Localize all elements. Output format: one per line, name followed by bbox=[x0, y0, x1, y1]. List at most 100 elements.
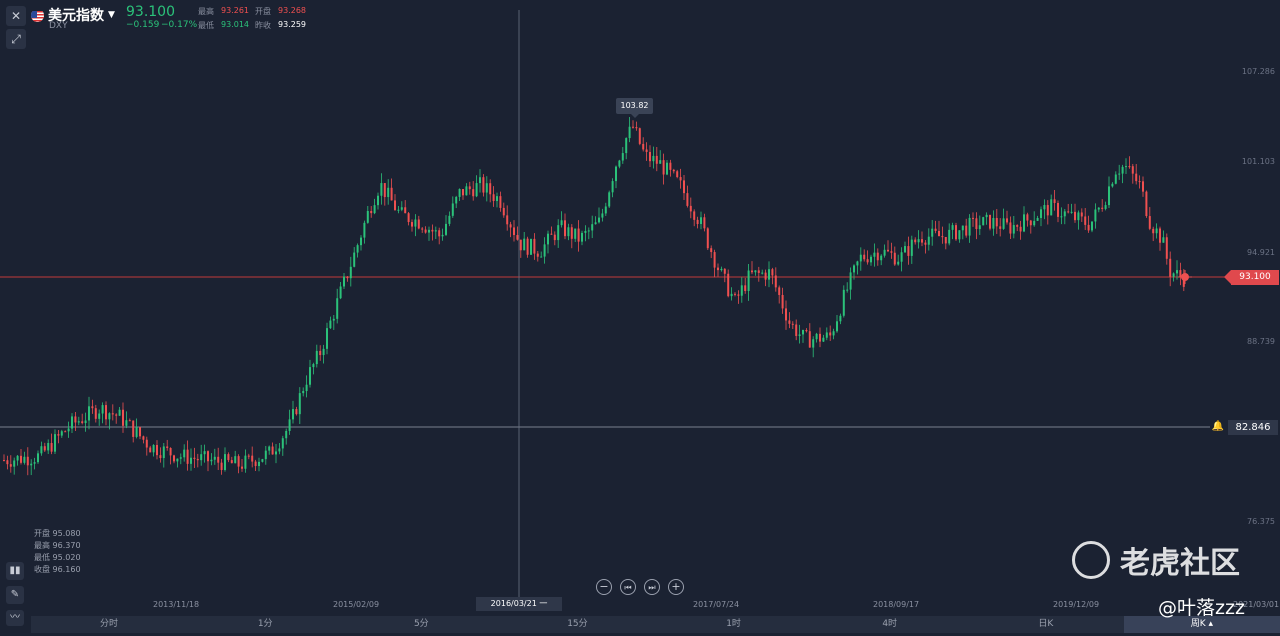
candle-body bbox=[1142, 181, 1144, 192]
indicator-button[interactable]: ▮▮ bbox=[6, 562, 24, 580]
candlestick-chart[interactable] bbox=[0, 0, 1280, 616]
bell-icon[interactable]: 🔔 bbox=[1211, 421, 1225, 434]
candle-body bbox=[485, 183, 488, 193]
zoom-out-button[interactable]: − bbox=[596, 579, 612, 595]
candle-body bbox=[924, 242, 927, 245]
candle-body bbox=[261, 459, 264, 462]
candle-body bbox=[815, 333, 818, 340]
candle-body bbox=[621, 153, 624, 161]
candle-body bbox=[91, 406, 94, 409]
candle-body bbox=[108, 413, 111, 420]
candle-group bbox=[3, 117, 1185, 476]
candle-body bbox=[581, 232, 583, 242]
candle-body bbox=[394, 200, 396, 211]
candle-body bbox=[846, 289, 849, 291]
candle-body bbox=[139, 427, 141, 437]
expand-button[interactable]: ⤢ bbox=[6, 29, 26, 49]
candle-body bbox=[604, 206, 607, 214]
low-value: 93.014 bbox=[221, 20, 249, 29]
candle-body bbox=[598, 217, 600, 223]
candle-body bbox=[489, 183, 492, 195]
candle-body bbox=[264, 450, 267, 460]
candle-body bbox=[774, 275, 777, 288]
tab-5min[interactable]: 5分 bbox=[343, 616, 499, 633]
candle-body bbox=[363, 222, 366, 238]
candle-body bbox=[893, 252, 896, 265]
candle-body bbox=[730, 293, 733, 297]
candle-body bbox=[434, 230, 437, 232]
candle-body bbox=[829, 332, 832, 336]
skip-forward-icon: ⏭ bbox=[648, 583, 656, 592]
candle-body bbox=[227, 454, 230, 461]
instrument-selector[interactable]: 美元指数 ▼ bbox=[31, 5, 115, 25]
candle-body bbox=[50, 443, 53, 452]
high-value: 93.261 bbox=[221, 6, 249, 15]
candle-body bbox=[914, 239, 917, 243]
candle-body bbox=[723, 268, 726, 274]
zoom-in-button[interactable]: + bbox=[668, 579, 684, 595]
candle-body bbox=[1169, 258, 1172, 277]
tab-15min[interactable]: 15分 bbox=[499, 616, 655, 633]
close-button[interactable]: ✕ bbox=[6, 6, 26, 26]
candle-body bbox=[686, 193, 689, 206]
compare-button[interactable]: 〰 bbox=[6, 610, 24, 626]
high-label: 最高 bbox=[198, 7, 214, 16]
candle-body bbox=[795, 324, 798, 336]
scroll-start-button[interactable]: ⏮ bbox=[620, 579, 636, 595]
tab-daily[interactable]: 日K bbox=[968, 616, 1124, 633]
candle-body bbox=[387, 187, 390, 198]
candle-body bbox=[152, 444, 155, 453]
candle-body bbox=[547, 233, 549, 245]
candle-body bbox=[1131, 166, 1134, 174]
candle-body bbox=[336, 298, 339, 319]
candle-body bbox=[169, 447, 172, 456]
open-value: 93.268 bbox=[278, 6, 306, 15]
candle-body bbox=[594, 222, 597, 225]
draw-button[interactable]: ✎ bbox=[6, 586, 24, 604]
candle-body bbox=[275, 451, 277, 455]
scroll-end-button[interactable]: ⏭ bbox=[644, 579, 660, 595]
candle-body bbox=[761, 272, 764, 274]
candle-body bbox=[448, 215, 451, 224]
candle-body bbox=[1111, 183, 1114, 187]
low-label: 最低 bbox=[198, 21, 214, 30]
candle-body bbox=[948, 229, 951, 244]
crosshair-date-tag: 2016/03/21 一 bbox=[476, 597, 562, 611]
candle-body bbox=[717, 267, 719, 271]
candle-body bbox=[1067, 211, 1070, 213]
candle-body bbox=[669, 162, 672, 170]
candle-body bbox=[995, 218, 998, 227]
candle-body bbox=[771, 269, 774, 276]
candle-body bbox=[424, 229, 427, 233]
candle-body bbox=[812, 339, 815, 348]
candle-body bbox=[16, 455, 19, 461]
candle-body bbox=[407, 213, 410, 223]
candle-body bbox=[921, 239, 923, 243]
candle-body bbox=[74, 416, 77, 423]
candle-body bbox=[1016, 225, 1019, 227]
candle-body bbox=[785, 308, 787, 321]
candle-body bbox=[934, 228, 937, 231]
candle-body bbox=[999, 226, 1002, 229]
candle-body bbox=[81, 421, 84, 424]
candle-body bbox=[557, 225, 560, 241]
candle-body bbox=[883, 249, 886, 256]
candle-body bbox=[853, 265, 855, 273]
tab-4hour[interactable]: 4时 bbox=[812, 616, 968, 633]
price-change: −0.159 bbox=[126, 20, 160, 30]
candle-body bbox=[530, 238, 532, 255]
tab-1min[interactable]: 1分 bbox=[187, 616, 343, 633]
candle-body bbox=[1159, 228, 1161, 243]
candle-body bbox=[1012, 225, 1015, 234]
candle-body bbox=[482, 177, 485, 193]
candle-body bbox=[132, 420, 135, 437]
tab-1hour[interactable]: 1时 bbox=[656, 616, 812, 633]
tab-fenshi[interactable]: 分时 bbox=[31, 616, 187, 633]
candle-body bbox=[540, 256, 543, 258]
candle-body bbox=[615, 166, 617, 182]
candle-body bbox=[414, 219, 417, 227]
candle-body bbox=[1148, 216, 1151, 229]
candle-body bbox=[553, 234, 556, 241]
candle-body bbox=[1019, 226, 1022, 232]
candle-body bbox=[700, 217, 702, 225]
